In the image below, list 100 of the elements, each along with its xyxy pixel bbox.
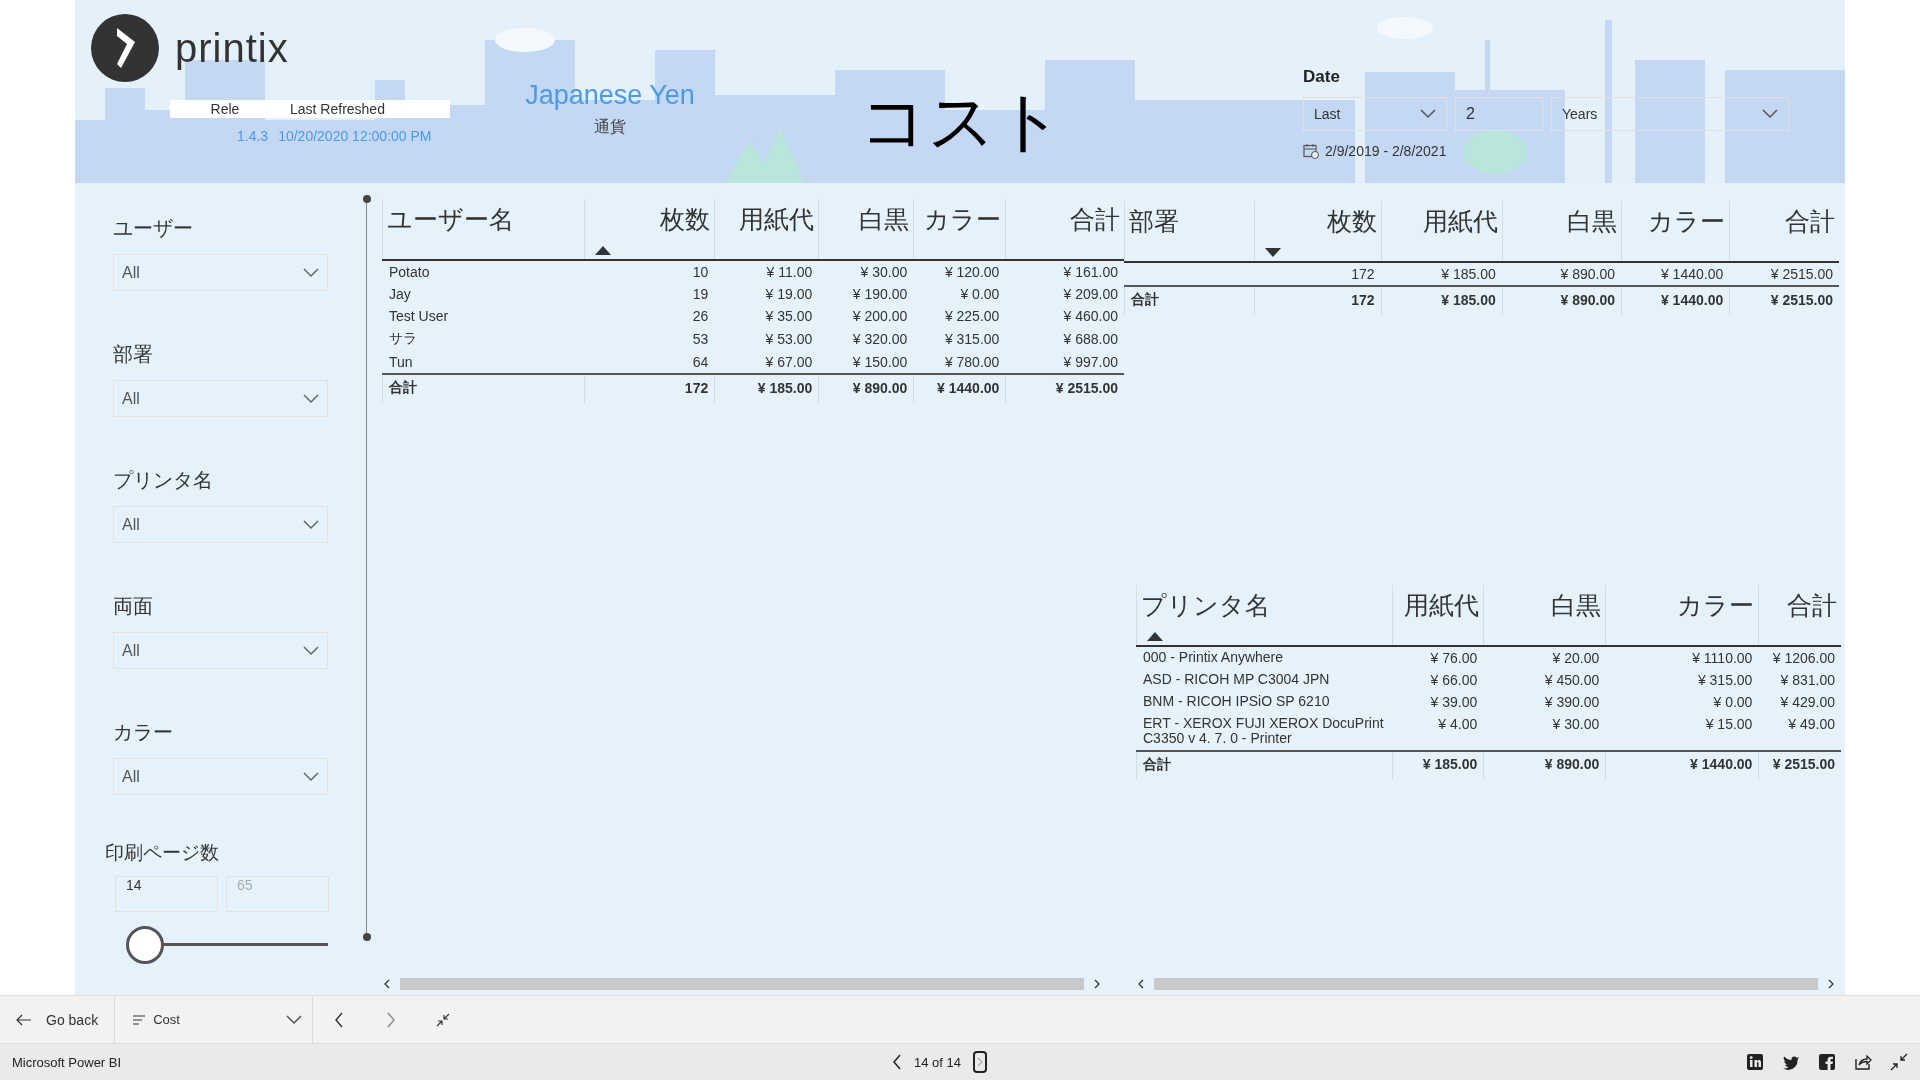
facebook-button[interactable] [1818, 1053, 1836, 1071]
column-header[interactable]: カラー [1605, 585, 1759, 646]
handle-dot[interactable] [363, 195, 371, 203]
column-header[interactable]: 合計 [1005, 199, 1124, 260]
column-header[interactable]: 合計 [1729, 201, 1839, 262]
column-header[interactable]: 用紙代 [714, 199, 819, 260]
table-cell: ¥ 890.00 [1502, 262, 1622, 286]
filter-dropdown[interactable]: All [113, 632, 328, 669]
chevron-down-icon [303, 771, 319, 782]
table-cell-text: ¥ 35.00 [764, 307, 814, 326]
table-cell: ¥ 30.00 [1483, 713, 1606, 751]
column-header[interactable]: 白黒 [818, 199, 914, 260]
column-header[interactable]: 合計 [1758, 585, 1841, 646]
total-cell: ¥ 185.00 [714, 374, 819, 403]
table-cell-text: ¥ 450.00 [1543, 671, 1601, 690]
min-field[interactable]: 14 [115, 876, 218, 912]
column-header[interactable]: 用紙代 [1392, 585, 1484, 646]
table-cell-text: ¥ 688.00 [1062, 330, 1119, 349]
refresh-date: 10/20/2020 12:00:00 PM [278, 128, 432, 144]
next-page-button[interactable] [973, 1051, 987, 1073]
table-cell-text: ¥ 209.00 [1062, 285, 1119, 304]
count-field[interactable]: 2 [1455, 97, 1543, 131]
column-header[interactable]: カラー [1621, 201, 1730, 262]
table-cell: ¥ 1206.00 [1758, 646, 1841, 669]
table-cell-text: Jay [388, 285, 412, 304]
sort-down-icon[interactable] [1265, 248, 1282, 257]
column-header[interactable]: 枚数 [584, 199, 715, 260]
chevron-right-icon[interactable] [1826, 979, 1836, 989]
column-header[interactable]: 白黒 [1502, 201, 1622, 262]
sort-up-icon[interactable] [1147, 632, 1163, 641]
column-header[interactable]: プリンタ名 [1136, 585, 1393, 646]
table-cell: 10 [584, 260, 715, 283]
column-header[interactable]: ユーザー名 [382, 199, 585, 260]
table-cell-text: ¥ 39.00 [1429, 693, 1479, 712]
chevron-down-icon [303, 393, 319, 404]
table-cell-text: ¥ 831.00 [1779, 671, 1836, 690]
linkedin-button[interactable] [1746, 1053, 1764, 1071]
total-cell: ¥ 890.00 [818, 374, 914, 403]
currency-label: 通貨 [594, 117, 626, 137]
table-cell: ¥ 15.00 [1605, 713, 1759, 751]
chevron-down-icon [1420, 109, 1436, 119]
chevron-left-icon[interactable] [1136, 979, 1146, 989]
previous-page-button[interactable] [892, 1054, 902, 1070]
table-cell: ¥ 67.00 [714, 351, 819, 374]
table-cell-text: ¥ 19.00 [764, 285, 814, 304]
table-cell-text: ¥ 0.00 [959, 285, 1001, 304]
table-cell-text: ¥ 66.00 [1429, 671, 1479, 690]
filter-label: カラー [113, 720, 174, 745]
collapse-button[interactable] [1890, 1053, 1908, 1071]
unit-dropdown[interactable]: Years [1551, 97, 1789, 131]
chevron-down-icon [303, 519, 319, 530]
table-cell: 64 [584, 351, 715, 374]
table-cell: ¥ 11.00 [714, 260, 819, 283]
total-cell: 172 [584, 374, 715, 403]
filter-label: 印刷ページ数 [105, 841, 220, 865]
table-cell-text: 26 [691, 307, 710, 326]
table-cell: ¥ 161.00 [1005, 260, 1124, 283]
share-button[interactable] [1854, 1053, 1872, 1071]
filter-dropdown[interactable]: All [113, 254, 328, 291]
table-cell-text: ¥ 320.00 [851, 330, 909, 349]
table-cell-text: ¥ 460.00 [1062, 307, 1119, 326]
table-cell: ¥ 20.00 [1483, 646, 1606, 669]
total-cell: ¥ 1440.00 [1621, 286, 1730, 315]
total-cell: ¥ 2515.00 [1005, 374, 1124, 403]
chevron-left-icon[interactable] [382, 979, 392, 989]
filter-dropdown[interactable]: All [113, 758, 328, 795]
column-header[interactable]: 枚数 [1254, 201, 1381, 262]
app-name: Microsoft Power BI [12, 1054, 123, 1070]
column-header[interactable]: 白黒 [1483, 585, 1606, 646]
slider-thumb[interactable] [126, 926, 164, 964]
facebook-icon [1818, 1053, 1836, 1071]
table-cell: ¥ 150.00 [818, 351, 914, 374]
table-cell: 000 - Printix Anywhere [1136, 646, 1393, 669]
scrollbar-thumb[interactable] [1154, 978, 1818, 990]
scrollbar-thumb[interactable] [400, 978, 1084, 990]
table-cell-text: BNM - RICOH IPSiO SP 6210 [1142, 692, 1331, 711]
chevron-left-icon [892, 1054, 902, 1070]
sort-up-icon[interactable] [595, 246, 612, 255]
handle-dot[interactable] [363, 933, 371, 941]
total-cell: 合計 [382, 374, 585, 403]
column-header[interactable]: 部署 [1124, 201, 1255, 262]
table-cell: ¥ 780.00 [913, 351, 1006, 374]
table-cell: ERT - XEROX FUJI XEROX DocuPrint C3350 v 4. 7. 0 - Printer [1136, 713, 1393, 751]
chevron-right-icon[interactable] [1092, 979, 1102, 989]
column-header[interactable]: 用紙代 [1381, 201, 1503, 262]
table-cell: Potato [382, 260, 585, 283]
logo-icon [91, 14, 159, 82]
filter-dropdown[interactable]: All [113, 506, 328, 543]
date-range-text: 2/9/2019 - 2/8/2021 [1325, 143, 1447, 159]
table-cell: ¥ 49.00 [1758, 713, 1841, 751]
table-cell: 172 [1254, 262, 1381, 286]
table-cell-text: Test User [388, 307, 450, 326]
column-header[interactable]: カラー [913, 199, 1006, 260]
linkedin-icon [1746, 1053, 1764, 1071]
filter-label: 部署 [113, 342, 154, 367]
filter-dropdown[interactable]: All [113, 380, 328, 417]
mode-dropdown[interactable]: Last [1303, 97, 1447, 131]
chevron-down-icon [303, 645, 319, 656]
total-cell: ¥ 185.00 [1392, 750, 1484, 780]
chevron-left-icon [334, 1011, 345, 1028]
